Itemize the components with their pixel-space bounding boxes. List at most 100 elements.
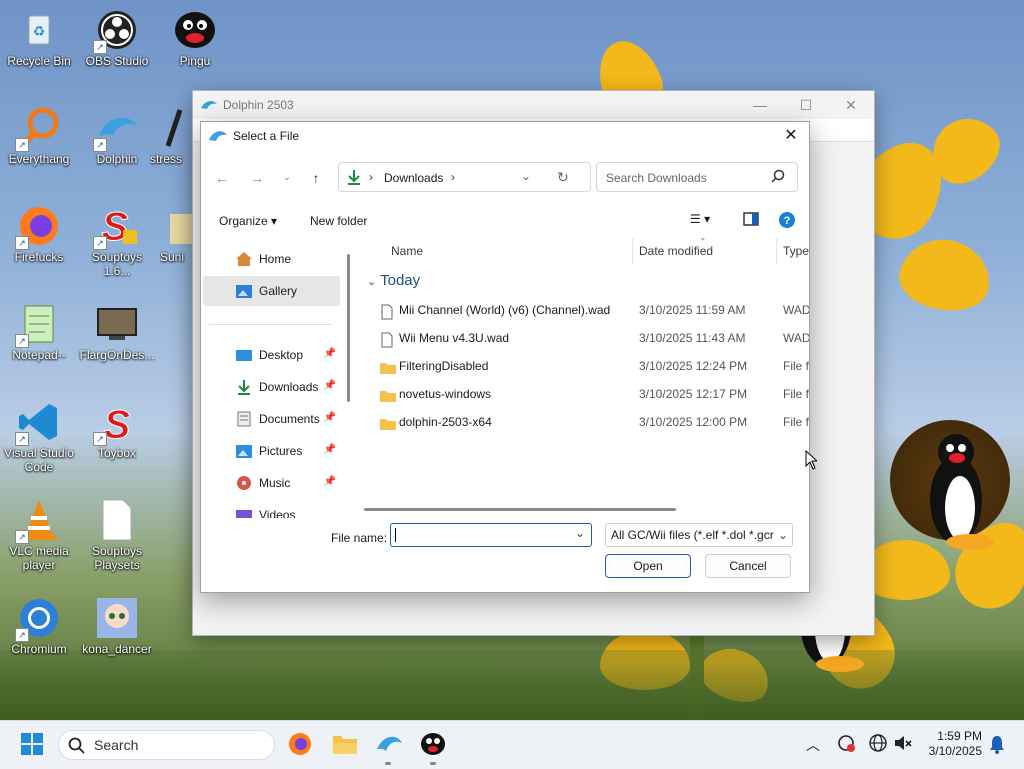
sidebar-scrollbar[interactable] bbox=[347, 254, 350, 402]
up-arrow-icon[interactable]: ↑ bbox=[305, 168, 327, 188]
dialog-titlebar: Select a File bbox=[201, 122, 809, 150]
chevron-down-icon[interactable]: ⌄ bbox=[575, 526, 585, 540]
back-arrow-icon[interactable]: ← bbox=[211, 168, 233, 188]
forward-arrow-icon[interactable]: → bbox=[246, 168, 268, 188]
file-type-filter[interactable]: All GC/Wii files (*.elf *.dol *.gcr ⌄ bbox=[605, 523, 793, 547]
desktop-icon-vlc[interactable]: ↗ VLC media player bbox=[1, 498, 77, 572]
sidebar-item-downloads[interactable]: Downloads 📌 bbox=[203, 372, 340, 402]
taskbar-pingu-icon[interactable] bbox=[419, 731, 447, 759]
obs-studio-icon: ↗ bbox=[93, 8, 139, 54]
close-button[interactable]: ✕ bbox=[828, 91, 874, 119]
desktop-icon-notepad[interactable]: ↗ Notepad-- bbox=[1, 302, 77, 362]
clock[interactable]: 1:59 PM 3/10/2025 bbox=[918, 729, 982, 759]
desktop-icon-flargondes[interactable]: FlargOnDes... bbox=[79, 302, 155, 362]
file-date: 3/10/2025 12:24 PM bbox=[639, 359, 748, 373]
address-bar[interactable]: › Downloads › ⌄ ↻ bbox=[338, 162, 591, 192]
pin-icon[interactable]: 📌 bbox=[324, 412, 336, 423]
pin-icon[interactable]: 📌 bbox=[324, 380, 336, 391]
desktop-icon bbox=[235, 347, 253, 363]
new-folder-button[interactable]: New folder bbox=[310, 214, 367, 228]
documents-icon bbox=[235, 411, 253, 427]
taskbar-firefox-icon[interactable] bbox=[287, 731, 315, 759]
desktop-icon-chromium[interactable]: ↗ Chromium bbox=[1, 596, 77, 656]
pingu-desktop-character[interactable] bbox=[926, 430, 998, 552]
maximize-button[interactable]: ☐ bbox=[783, 91, 829, 119]
desktop-icon-toybox[interactable]: S ↗ Toybox bbox=[79, 400, 155, 460]
chromium-icon: ↗ bbox=[15, 596, 61, 642]
update-sync-icon[interactable] bbox=[836, 733, 856, 756]
shortcut-arrow-icon: ↗ bbox=[93, 236, 107, 250]
desktop-icon-suni[interactable]: Suni bbox=[160, 204, 192, 264]
group-header-today[interactable]: ⌄ Today bbox=[367, 272, 420, 289]
show-hidden-icons-chevron-icon[interactable]: ︿ bbox=[806, 735, 820, 755]
file-name: FilteringDisabled bbox=[399, 359, 489, 373]
view-options-icon[interactable]: ☰ ▾ bbox=[690, 212, 710, 226]
network-globe-icon[interactable] bbox=[868, 733, 888, 756]
file-name: novetus-windows bbox=[399, 387, 492, 401]
file-name: dolphin-2503-x64 bbox=[399, 415, 492, 429]
file-date: 3/10/2025 12:17 PM bbox=[639, 387, 748, 401]
pin-icon[interactable]: 📌 bbox=[324, 476, 336, 487]
sidebar-item-gallery[interactable]: Gallery bbox=[203, 276, 340, 306]
search-box[interactable]: Search Downloads bbox=[596, 162, 798, 192]
cancel-button[interactable]: Cancel bbox=[705, 554, 791, 578]
taskbar-file-explorer-icon[interactable] bbox=[331, 731, 359, 759]
open-button[interactable]: Open bbox=[605, 554, 691, 578]
desktop-icon-firefucks[interactable]: ↗ Firefucks bbox=[1, 204, 77, 264]
sidebar-item-label: Gallery bbox=[259, 284, 298, 298]
preview-pane-icon[interactable] bbox=[743, 212, 759, 229]
help-icon[interactable]: ? bbox=[778, 211, 796, 232]
search-placeholder: Search Downloads bbox=[606, 171, 707, 185]
text-cursor bbox=[395, 528, 396, 542]
breadcrumb-chevron-icon[interactable]: › bbox=[451, 170, 455, 184]
breadcrumb-downloads[interactable]: Downloads bbox=[384, 171, 443, 185]
dialog-close-button[interactable]: ✕ bbox=[779, 125, 803, 147]
desktop-icon-souptoys[interactable]: S ↗ Souptoys 1.6... bbox=[79, 204, 155, 279]
souptoys-icon: S ↗ bbox=[93, 204, 139, 250]
filter-label: All GC/Wii files (*.elf *.dol *.gcr bbox=[611, 528, 774, 542]
sidebar-item-music[interactable]: Music 📌 bbox=[203, 468, 340, 498]
start-windows-icon[interactable] bbox=[19, 731, 47, 759]
file-row[interactable]: Wii Menu v4.3U.wad 3/10/2025 11:43 AM WA… bbox=[359, 324, 809, 352]
desktop-icon-vscode[interactable]: ↗ Visual Studio Code bbox=[1, 400, 77, 474]
file-list-scrollbar[interactable] bbox=[364, 508, 676, 511]
shortcut-arrow-icon: ↗ bbox=[15, 138, 29, 152]
folder-row[interactable]: FilteringDisabled 3/10/2025 12:24 PM Fil… bbox=[359, 352, 809, 380]
recent-locations-chevron-icon[interactable]: ⌄ bbox=[276, 168, 298, 188]
desktop-icon-kona-dancer[interactable]: kona_dancer bbox=[79, 596, 155, 656]
notepad-icon: ↗ bbox=[15, 302, 61, 348]
refresh-icon[interactable]: ↻ bbox=[557, 169, 569, 186]
taskbar-dolphin-icon[interactable] bbox=[375, 731, 403, 759]
address-dropdown-icon[interactable]: ⌄ bbox=[521, 169, 531, 183]
notification-bell-icon[interactable] bbox=[988, 734, 1006, 757]
volume-muted-icon[interactable] bbox=[893, 733, 913, 756]
desktop-icon-stress[interactable]: stress bbox=[150, 106, 192, 166]
column-header-name[interactable]: Name bbox=[391, 238, 423, 264]
folder-row[interactable]: novetus-windows 3/10/2025 12:17 PM File … bbox=[359, 380, 809, 408]
pin-icon[interactable]: 📌 bbox=[324, 348, 336, 359]
taskbar-search[interactable]: Search bbox=[58, 730, 275, 760]
shortcut-arrow-icon: ↗ bbox=[15, 236, 29, 250]
sidebar-item-videos[interactable]: Videos bbox=[203, 500, 340, 518]
navigation-bar: ← → ⌄ ↑ › Downloads › ⌄ ↻ Search Downloa… bbox=[201, 160, 809, 196]
column-separator[interactable] bbox=[776, 238, 777, 264]
firefox-icon: ↗ bbox=[15, 204, 61, 250]
organize-button[interactable]: Organize ▾ bbox=[219, 214, 277, 228]
folder-row[interactable]: dolphin-2503-x64 3/10/2025 12:00 PM File… bbox=[359, 408, 809, 436]
desktop-icon-recycle-bin[interactable]: ♻ Recycle Bin bbox=[1, 8, 77, 68]
sidebar-item-documents[interactable]: Documents 📌 bbox=[203, 404, 340, 434]
file-name-input[interactable]: ⌄ bbox=[390, 523, 592, 547]
column-separator[interactable] bbox=[632, 238, 633, 264]
minimize-button[interactable]: — bbox=[737, 91, 783, 119]
desktop-icon-pingu[interactable]: Pingu bbox=[157, 8, 233, 68]
desktop-icon-dolphin[interactable]: ↗ Dolphin bbox=[79, 106, 155, 166]
desktop-icon-souptoys-playsets[interactable]: Souptoys Playsets bbox=[79, 498, 155, 572]
sidebar-item-home[interactable]: Home bbox=[203, 244, 340, 274]
sidebar-item-pictures[interactable]: Pictures 📌 bbox=[203, 436, 340, 466]
sidebar-item-desktop[interactable]: Desktop 📌 bbox=[203, 340, 340, 370]
file-row[interactable]: Mii Channel (World) (v6) (Channel).wad 3… bbox=[359, 296, 809, 324]
column-header-type[interactable]: Type bbox=[783, 238, 809, 264]
pin-icon[interactable]: 📌 bbox=[324, 444, 336, 455]
desktop-icon-everythang[interactable]: ↗ Everythang bbox=[1, 106, 77, 166]
desktop-icon-obs-studio[interactable]: ↗ OBS Studio bbox=[79, 8, 155, 68]
